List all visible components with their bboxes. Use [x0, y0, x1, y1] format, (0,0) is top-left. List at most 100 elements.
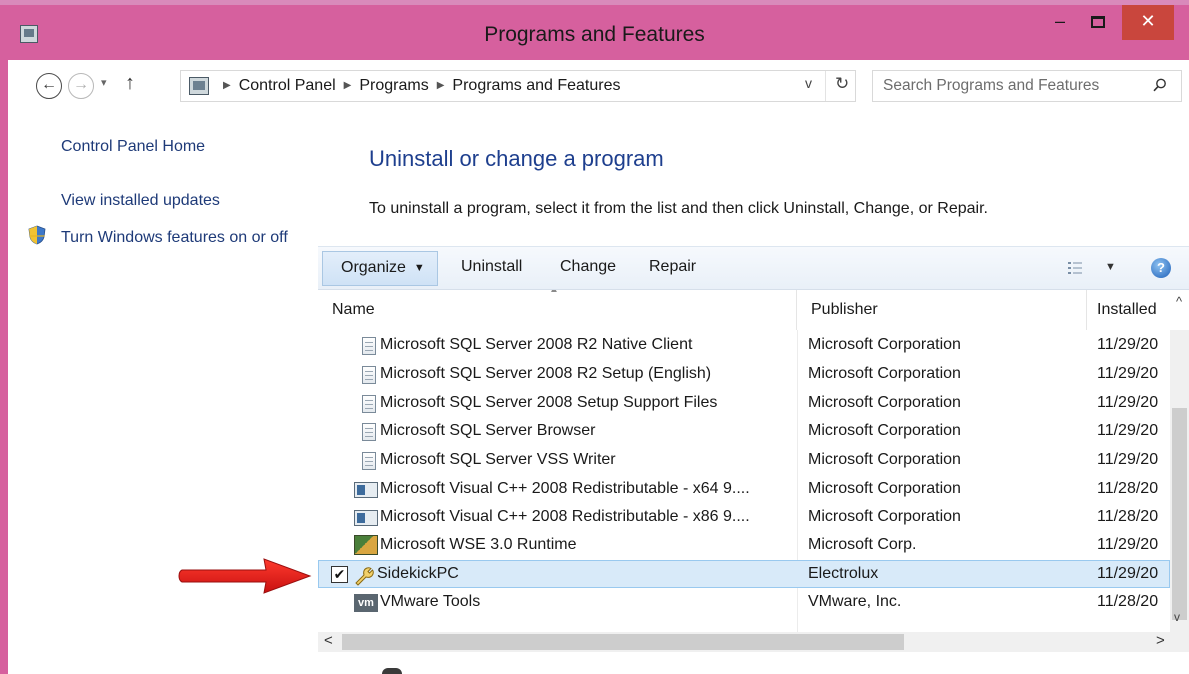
minimize-button[interactable]: – — [1042, 5, 1078, 40]
program-publisher: Microsoft Corporation — [808, 451, 961, 468]
installer-doc-icon — [362, 423, 376, 441]
address-history-dropdown-icon[interactable]: v — [805, 75, 812, 91]
close-button[interactable]: ✕ — [1122, 5, 1174, 40]
column-header-publisher[interactable]: Publisher — [797, 290, 1087, 330]
search-icon[interactable] — [1153, 78, 1167, 92]
organize-label: Organize — [341, 259, 406, 276]
wrench-icon — [355, 567, 374, 586]
window-title: Programs and Features — [484, 23, 705, 46]
program-publisher: Microsoft Corporation — [808, 508, 961, 525]
breadcrumb-separator-icon[interactable]: ▶ — [437, 80, 445, 91]
horizontal-scroll-thumb[interactable] — [342, 634, 904, 650]
help-icon[interactable]: ? — [1151, 258, 1171, 278]
program-installed-date: 11/29/20 — [1097, 394, 1159, 411]
scroll-down-icon[interactable]: v — [1174, 610, 1180, 624]
uninstall-button[interactable]: Uninstall — [461, 258, 522, 276]
program-window-icon — [354, 482, 378, 498]
view-options-chevron-icon[interactable]: ▼ — [1105, 261, 1116, 273]
view-details-icon[interactable] — [1067, 260, 1083, 276]
up-one-level-button[interactable]: ↑ — [125, 72, 135, 95]
installer-doc-icon — [362, 337, 376, 355]
program-name: Microsoft SQL Server 2008 Setup Support … — [380, 394, 718, 411]
program-list: Name ▲ Publisher Installed Microsoft SQL… — [318, 290, 1189, 674]
forward-button[interactable]: → — [68, 73, 94, 99]
organize-button[interactable]: Organize ▼ — [322, 251, 438, 286]
program-name: VMware Tools — [380, 593, 481, 610]
vertical-scroll-thumb[interactable] — [1172, 408, 1187, 620]
list-item[interactable]: vm VMware Tools VMware, Inc. 11/28/20 — [318, 589, 1170, 617]
column-header-installed[interactable]: Installed — [1087, 290, 1167, 330]
program-installed-date: 11/28/20 — [1097, 480, 1159, 497]
change-button[interactable]: Change — [560, 258, 616, 276]
program-installed-date: 11/29/20 — [1097, 422, 1159, 439]
column-header-name-label: Name — [332, 301, 375, 318]
program-installed-date: 11/28/20 — [1097, 508, 1159, 525]
vertical-scrollbar[interactable]: v — [1170, 330, 1189, 634]
uac-shield-icon — [28, 225, 46, 245]
breadcrumb-control-panel[interactable]: Control Panel — [239, 77, 336, 94]
vmware-icon: vm — [354, 594, 378, 612]
program-installed-date: 11/29/20 — [1097, 565, 1159, 582]
scroll-up-icon[interactable]: ^ — [1176, 294, 1182, 309]
breadcrumb-programs[interactable]: Programs — [359, 77, 428, 94]
program-window-icon — [354, 510, 378, 526]
scroll-right-icon[interactable]: > — [1156, 632, 1165, 649]
program-installed-date: 11/29/20 — [1097, 336, 1159, 353]
program-installed-date: 11/29/20 — [1097, 536, 1159, 553]
program-installed-date: 11/29/20 — [1097, 451, 1159, 468]
maximize-icon — [1091, 16, 1105, 28]
sidebar-item-turn-windows-features[interactable]: Turn Windows features on or off — [61, 227, 311, 248]
refresh-icon[interactable]: ↻ — [835, 74, 849, 94]
breadcrumb: ▶ Control Panel ▶ Programs ▶ Programs and Fea… — [215, 77, 621, 95]
address-divider — [825, 71, 826, 101]
list-item[interactable]: Microsoft SQL Server 2008 R2 Setup (Engl… — [318, 361, 1170, 389]
address-bar[interactable]: ▶ Control Panel ▶ Programs ▶ Programs and Fea… — [180, 70, 856, 102]
chevron-down-icon: ▼ — [413, 262, 425, 274]
red-arrow-annotation-icon — [178, 558, 312, 594]
installer-doc-icon — [362, 395, 376, 413]
sidebar-item-view-installed-updates[interactable]: View installed updates — [61, 192, 220, 210]
program-name: SidekickPC — [377, 565, 459, 582]
program-name: Microsoft Visual C++ 2008 Redistributabl… — [380, 508, 750, 525]
list-item[interactable]: Microsoft WSE 3.0 Runtime Microsoft Corp… — [318, 532, 1170, 560]
program-publisher: Electrolux — [808, 565, 879, 582]
page-description: To uninstall a program, select it from t… — [369, 200, 988, 217]
program-name: Microsoft SQL Server 2008 R2 Native Clie… — [380, 336, 693, 353]
command-toolbar: Organize ▼ Uninstall Change Repair ▼ ? — [318, 246, 1189, 290]
breadcrumb-programs-and-features[interactable]: Programs and Features — [452, 77, 620, 94]
recent-locations-chevron-icon[interactable]: ▾ — [101, 76, 107, 89]
search-input[interactable] — [883, 75, 1143, 97]
program-publisher: Microsoft Corporation — [808, 394, 961, 411]
sort-ascending-icon: ▲ — [549, 290, 559, 295]
program-publisher: Microsoft Corporation — [808, 422, 961, 439]
horizontal-scrollbar[interactable]: < > — [318, 632, 1189, 652]
back-button[interactable]: ← — [36, 73, 62, 99]
control-panel-icon — [189, 77, 209, 95]
list-item[interactable]: Microsoft SQL Server 2008 Setup Support … — [318, 390, 1170, 418]
installer-doc-icon — [362, 366, 376, 384]
list-item[interactable]: Microsoft SQL Server VSS Writer Microsof… — [318, 447, 1170, 475]
repair-button[interactable]: Repair — [649, 258, 696, 276]
program-name: Microsoft SQL Server VSS Writer — [380, 451, 616, 468]
breadcrumb-separator-icon[interactable]: ▶ — [344, 80, 352, 91]
program-publisher: Microsoft Corporation — [808, 365, 961, 382]
scroll-left-icon[interactable]: < — [324, 632, 333, 649]
list-item[interactable]: Microsoft SQL Server 2008 R2 Native Clie… — [318, 332, 1170, 360]
title-bar[interactable]: Programs and Features – ✕ — [0, 5, 1189, 60]
breadcrumb-separator-icon[interactable]: ▶ — [223, 80, 231, 91]
row-checkbox[interactable]: ✔ — [331, 566, 348, 583]
program-name: Microsoft Visual C++ 2008 Redistributabl… — [380, 480, 750, 497]
list-item[interactable]: Microsoft SQL Server Browser Microsoft C… — [318, 418, 1170, 446]
list-item-selected[interactable]: ✔ SidekickPC Electrolux 11/29/20 — [318, 560, 1170, 588]
column-header-name[interactable]: Name ▲ — [318, 290, 797, 330]
installer-doc-icon — [362, 452, 376, 470]
maximize-button[interactable] — [1078, 5, 1118, 40]
list-item[interactable]: Microsoft Visual C++ 2008 Redistributabl… — [318, 476, 1170, 504]
program-publisher: Microsoft Corporation — [808, 480, 961, 497]
list-item[interactable]: Microsoft Visual C++ 2008 Redistributabl… — [318, 504, 1170, 532]
program-name: Microsoft SQL Server Browser — [380, 422, 596, 439]
wse-runtime-icon — [354, 535, 378, 555]
sidebar-item-control-panel-home[interactable]: Control Panel Home — [61, 138, 205, 156]
program-publisher: VMware, Inc. — [808, 593, 902, 610]
search-box[interactable] — [872, 70, 1182, 102]
